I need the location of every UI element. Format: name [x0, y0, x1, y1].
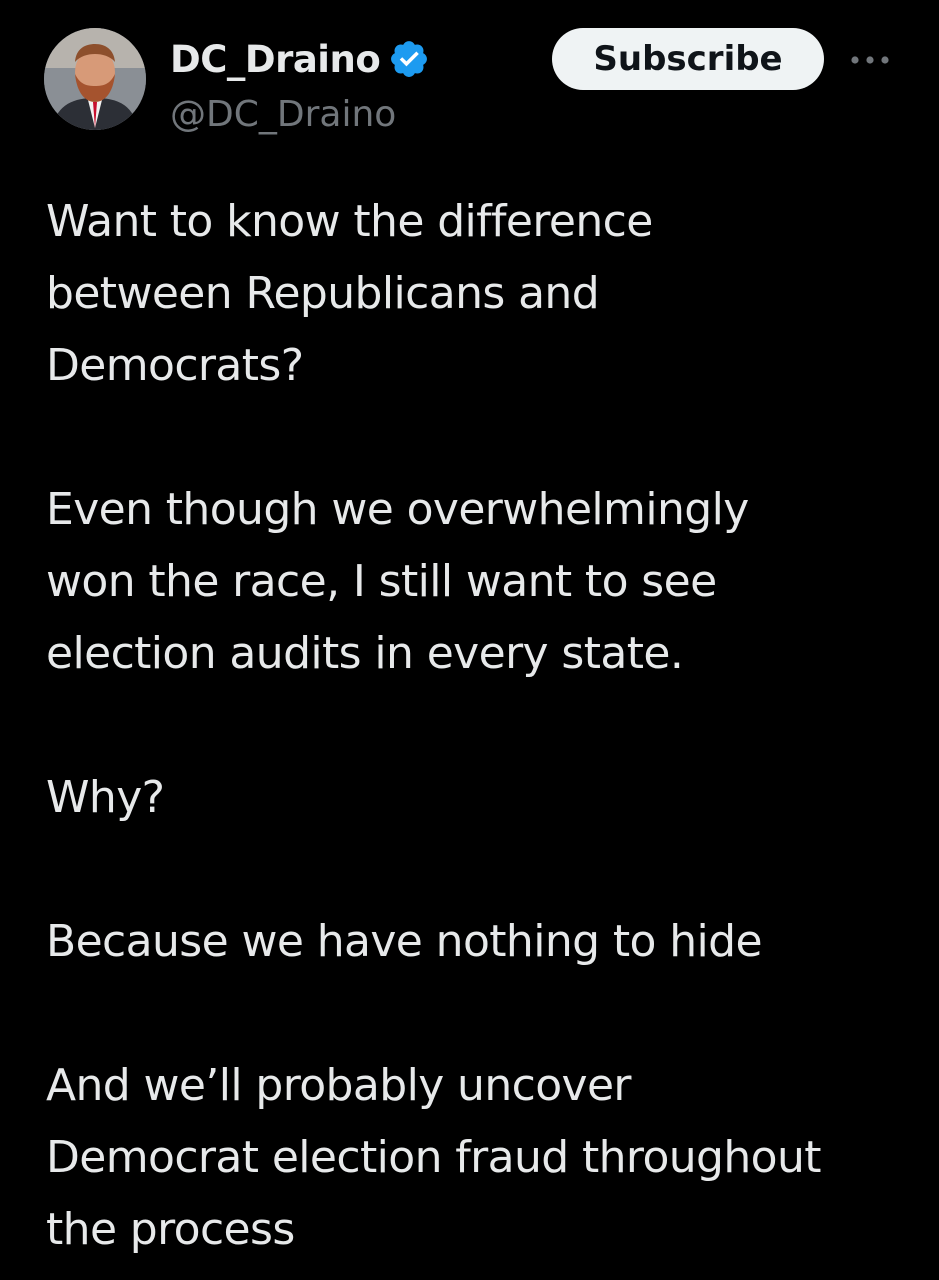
tweet-line: Because we have nothing to hide	[46, 916, 763, 967]
tweet-paragraph: Want to know the difference between Repu…	[46, 186, 926, 402]
author-handle[interactable]: @DC_Draino	[170, 94, 396, 135]
tweet-line: Want to know the difference	[46, 196, 653, 247]
avatar[interactable]	[44, 28, 146, 130]
tweet-line: the process	[46, 1204, 295, 1255]
tweet-text: Want to know the difference between Repu…	[46, 186, 926, 1266]
tweet-line: Democrats?	[46, 340, 304, 391]
tweet-paragraph: Why?	[46, 762, 926, 834]
tweet-line: Even though we overwhelmingly	[46, 484, 749, 535]
tweet-paragraph: Because we have nothing to hide	[46, 906, 926, 978]
tweet-line: election audits in every state.	[46, 628, 684, 679]
tweet-paragraph: And we’ll probably uncover Democrat elec…	[46, 1050, 926, 1266]
tweet-line: Why?	[46, 772, 165, 823]
subscribe-button[interactable]: Subscribe	[552, 28, 824, 90]
ellipsis-icon[interactable]	[848, 44, 892, 76]
tweet-line: And we’ll probably uncover	[46, 1060, 632, 1111]
tweet-header: DC_Draino @DC_Draino Subscribe	[0, 0, 939, 160]
avatar-image	[44, 28, 146, 130]
tweet-line: Democrat election fraud throughout	[46, 1132, 822, 1183]
verified-badge-icon[interactable]	[388, 38, 430, 80]
author-display-name[interactable]: DC_Draino	[170, 38, 381, 81]
tweet-line: between Republicans and	[46, 268, 600, 319]
author-name-row: DC_Draino	[170, 36, 430, 82]
tweet-paragraph: Even though we overwhelmingly won the ra…	[46, 474, 926, 690]
tweet-line: won the race, I still want to see	[46, 556, 717, 607]
